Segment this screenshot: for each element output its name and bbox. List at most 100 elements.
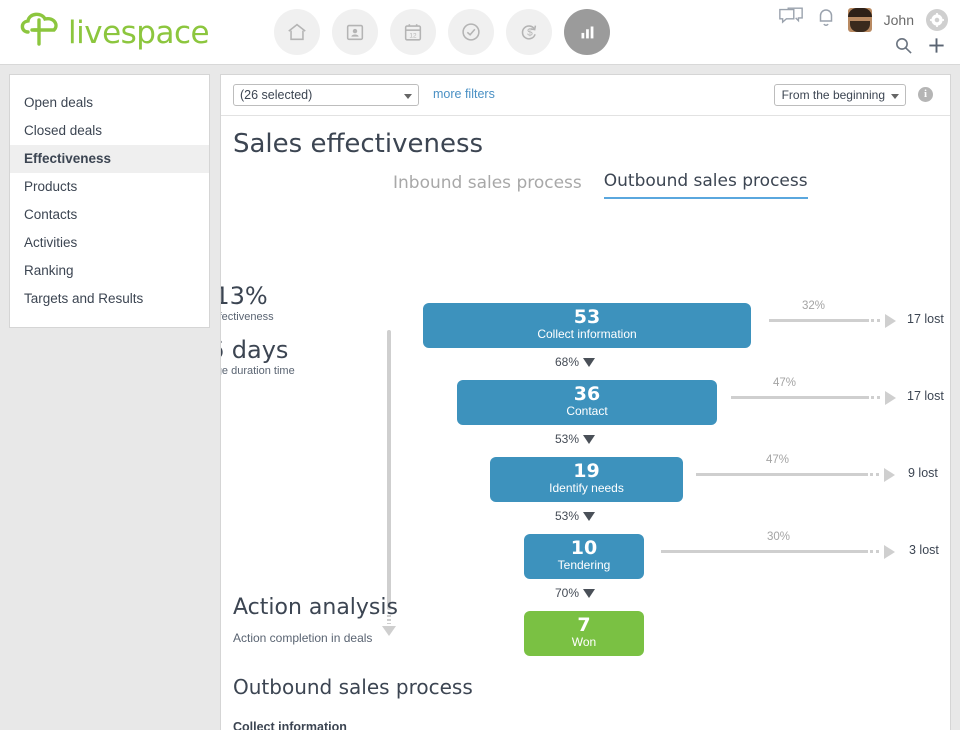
lost-line	[661, 550, 868, 553]
action-analysis-section: Action analysis Action completion in dea…	[233, 595, 943, 730]
svg-text:12: 12	[409, 33, 417, 40]
more-filters-link[interactable]: more filters	[433, 87, 495, 101]
funnel-conversion-1-value: 68%	[555, 355, 579, 369]
sidebar-item-activities[interactable]: Activities	[10, 229, 209, 257]
home-icon	[286, 21, 308, 43]
lost-dots	[870, 550, 882, 553]
bar-chart-icon	[576, 21, 598, 43]
funnel-lost-3-pct: 47%	[766, 454, 789, 466]
sidebar-item-open-deals[interactable]: Open deals	[10, 89, 209, 117]
action-analysis-title: Action analysis	[233, 595, 943, 620]
date-range-value: From the beginning	[782, 88, 885, 102]
metric-duration-label: Average duration time	[220, 365, 341, 377]
funnel-lost-4-count: 3 lost	[909, 543, 939, 557]
top-bar: livespace 12	[0, 0, 960, 65]
nav-tasks-button[interactable]	[448, 9, 494, 55]
date-range-select[interactable]: From the beginning	[774, 84, 906, 106]
funnel-stage-tendering[interactable]: 10 Tendering	[524, 534, 644, 579]
sidebar-item-contacts[interactable]: Contacts	[10, 201, 209, 229]
funnel-stage-identify-needs[interactable]: 19 Identify needs	[490, 457, 683, 502]
nav-calendar-button[interactable]: 12	[390, 9, 436, 55]
funnel-chart: 13% Effectiveness 16 days Average durati…	[221, 215, 950, 565]
check-circle-icon	[460, 21, 482, 43]
deals-select-value: (26 selected)	[240, 88, 312, 102]
info-icon[interactable]: i	[918, 87, 933, 102]
lost-line	[731, 396, 869, 399]
funnel-lost-4-pct: 30%	[767, 531, 790, 543]
main-panel: (26 selected) more filters From the begi…	[220, 74, 951, 730]
sidebar-item-products[interactable]: Products	[10, 173, 209, 201]
action-analysis-process-title: Outbound sales process	[233, 675, 943, 699]
funnel-stage-count: 10	[524, 534, 644, 558]
action-analysis-stage-label: Collect information	[233, 720, 943, 730]
sidebar-item-effectiveness[interactable]: Effectiveness	[10, 145, 209, 173]
secondary-actions	[894, 36, 946, 60]
nav-home-button[interactable]	[274, 9, 320, 55]
sidebar: Open deals Closed deals Effectiveness Pr…	[9, 74, 210, 328]
logo-wordmark: livespace	[68, 15, 209, 51]
funnel-stage-count: 19	[490, 457, 683, 481]
lost-dots	[870, 473, 882, 476]
funnel-conversion-1: 68%	[555, 355, 595, 369]
metric-effectiveness: 13% Effectiveness	[220, 282, 341, 323]
funnel-stage-count: 36	[457, 380, 717, 404]
page-title: Sales effectiveness	[233, 129, 483, 159]
lost-line	[769, 319, 869, 322]
arrow-right-icon	[885, 314, 896, 328]
funnel-lost-1-pct: 32%	[802, 300, 825, 312]
app-logo[interactable]: livespace	[18, 10, 209, 55]
chevron-down-icon	[891, 94, 899, 99]
avatar[interactable]	[848, 8, 872, 32]
calendar-icon: 12	[402, 21, 424, 43]
nav-reports-button[interactable]	[564, 9, 610, 55]
funnel-stage-name: Identify needs	[490, 481, 683, 496]
tab-outbound-sales-process[interactable]: Outbound sales process	[604, 171, 808, 199]
nav-deals-button[interactable]: $	[506, 9, 552, 55]
arrow-right-icon	[884, 468, 895, 482]
metric-duration: 16 days Average duration time	[220, 336, 341, 377]
funnel-stage-name: Collect information	[423, 327, 751, 342]
action-analysis-subtitle: Action completion in deals	[233, 631, 943, 645]
funnel-conversion-2-value: 53%	[555, 432, 579, 446]
funnel-stage-count: 53	[423, 303, 751, 327]
bell-icon[interactable]	[816, 6, 836, 33]
funnel-lost-3-count: 9 lost	[908, 466, 938, 480]
triangle-down-icon	[583, 512, 595, 521]
deals-select[interactable]: (26 selected)	[233, 84, 419, 106]
user-area: John	[778, 6, 948, 33]
plus-icon[interactable]	[927, 36, 946, 60]
metric-duration-value: 16 days	[220, 336, 341, 364]
funnel-stage-contact[interactable]: 36 Contact	[457, 380, 717, 425]
sidebar-item-closed-deals[interactable]: Closed deals	[10, 117, 209, 145]
tab-inbound-sales-process[interactable]: Inbound sales process	[393, 173, 582, 199]
avatar-beard	[850, 21, 870, 32]
primary-nav: 12 $	[274, 9, 610, 55]
triangle-down-icon	[583, 358, 595, 367]
avatar-hair	[848, 8, 872, 17]
sidebar-item-targets-and-results[interactable]: Targets and Results	[10, 285, 209, 313]
process-tabs: Inbound sales process Outbound sales pro…	[393, 171, 808, 199]
svg-text:$: $	[527, 28, 533, 39]
funnel-stage-collect-information[interactable]: 53 Collect information	[423, 303, 751, 348]
dollar-refresh-icon: $	[518, 21, 540, 43]
lost-line	[696, 473, 868, 476]
metric-effectiveness-label: Effectiveness	[220, 311, 341, 323]
contacts-icon	[344, 21, 366, 43]
funnel-stage-name: Contact	[457, 404, 717, 419]
funnel-lost-2-count: 17 lost	[907, 389, 944, 403]
funnel-lost-1-count: 17 lost	[907, 312, 944, 326]
user-name[interactable]: John	[884, 12, 914, 28]
funnel-conversion-3: 53%	[555, 509, 595, 523]
chat-icon[interactable]	[778, 6, 804, 33]
funnel-lost-2-pct: 47%	[773, 377, 796, 389]
chevron-down-icon	[404, 94, 412, 99]
lost-dots	[871, 396, 883, 399]
search-icon[interactable]	[894, 36, 913, 60]
funnel-axis-line	[387, 330, 391, 610]
nav-contacts-button[interactable]	[332, 9, 378, 55]
gear-icon[interactable]	[926, 9, 948, 31]
lost-dots	[871, 319, 883, 322]
sidebar-item-ranking[interactable]: Ranking	[10, 257, 209, 285]
funnel-conversion-3-value: 53%	[555, 509, 579, 523]
funnel-stage-name: Tendering	[524, 558, 644, 573]
